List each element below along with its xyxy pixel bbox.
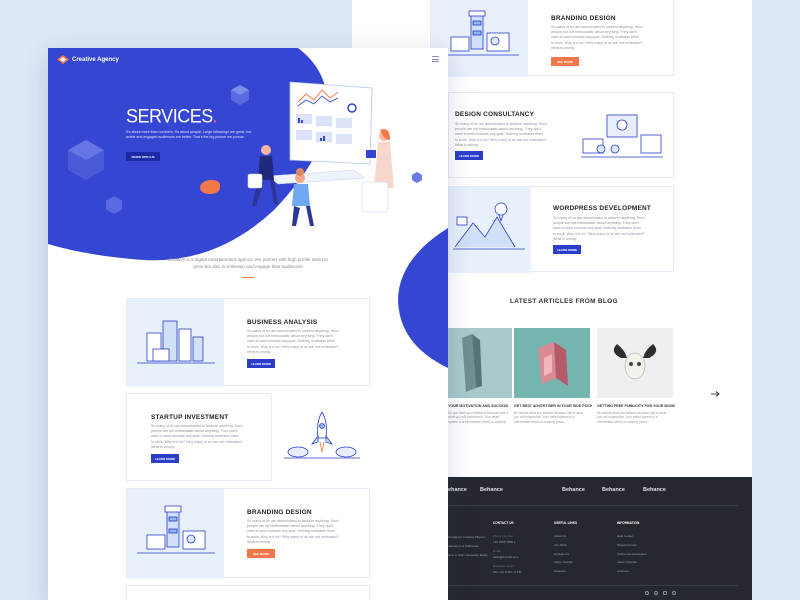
pink-shapes-image-icon	[514, 328, 590, 398]
arrow-right-icon[interactable]	[710, 385, 720, 397]
mountain-balloon-illustration-icon	[453, 202, 525, 250]
card-title: DESIGN CONSULTANCY	[455, 111, 535, 118]
team-dashboard-illustration	[247, 81, 394, 226]
logo-icon	[57, 55, 69, 64]
business-analysis-illustration	[127, 299, 224, 387]
card-title: BRANDING DESIGN	[551, 15, 616, 22]
rocket-illustration-icon	[284, 411, 360, 459]
see-more-button[interactable]: SEE MORE	[551, 57, 579, 66]
footer-col-info: INFORMATION Help Center Support Forum On…	[617, 521, 647, 574]
hero-title: SERVICES.	[126, 104, 218, 127]
twitter-icon[interactable]	[654, 591, 658, 595]
service-card-business-analysis: BUSINESS ANALYSIS So many of us are demo…	[126, 298, 370, 387]
footer-col-posts: Google for Creative Players Industry is …	[448, 535, 488, 557]
card-title: BUSINESS ANALYSIS	[247, 319, 318, 326]
article-caption[interactable]: GET BEST ADVERTISER IN YOUR SIDE POCKET	[514, 404, 592, 408]
learn-more-button[interactable]: LEARN MORE	[247, 359, 275, 368]
behance-link[interactable]: Behance	[643, 487, 666, 493]
article-body: Be careful what you believe because that…	[514, 411, 583, 424]
card-title: WORDPRESS DEVELOPMENT	[553, 205, 652, 212]
service-card-startup-investment: STARTUP INVESTMENT So many of us are dem…	[126, 393, 272, 481]
article-body: Be careful what you believe because that…	[597, 411, 666, 424]
footer-bottom-divider	[448, 585, 738, 586]
behance-icon[interactable]	[672, 591, 676, 595]
card-body: So many of us are demotivated to achieve…	[247, 329, 339, 354]
card-body: So many of us are demotivated to achieve…	[247, 519, 339, 544]
instagram-icon[interactable]	[663, 591, 667, 595]
article-image-3[interactable]	[597, 328, 673, 398]
work-with-us-button[interactable]: WORK WITH US	[126, 152, 160, 161]
hamburger-icon[interactable]	[432, 56, 439, 64]
front-page: Creative Agency SERVICES. It's about mor…	[48, 48, 448, 600]
logo[interactable]: Creative Agency	[57, 55, 119, 64]
card-body: So many of us are demotivated to achieve…	[551, 25, 643, 50]
article-caption[interactable]: YOUR MOTIVATION AND SUCCESS	[448, 404, 512, 408]
footer-heading: USEFUL LINKS	[554, 521, 578, 525]
footer-heading: INFORMATION	[617, 521, 640, 525]
learn-more-button[interactable]: LEARN MORE	[553, 245, 581, 254]
skull-image-icon	[597, 328, 673, 398]
behance-link[interactable]: Behance	[602, 487, 625, 493]
footer-divider	[448, 505, 738, 506]
service-card-partial	[126, 585, 370, 600]
city-chart-illustration-icon	[137, 320, 215, 364]
hexagon-decor-icon	[106, 196, 122, 214]
card-body: So many of us are demotivated to achieve…	[455, 122, 547, 147]
footer-col-contact: CONTACT US Phone Number +91 0000 7890 1 …	[493, 521, 522, 574]
hexagon-decor-icon	[68, 140, 104, 180]
social-icons	[645, 591, 676, 595]
hexagon-decor-icon	[412, 172, 422, 183]
wordpress-illustration	[449, 187, 531, 273]
behance-link[interactable]: Behance	[562, 487, 585, 493]
intro-underline	[242, 277, 254, 278]
branding-illustration	[127, 489, 224, 579]
service-card-wordpress: WORDPRESS DEVELOPMENT So many of us are …	[448, 186, 674, 273]
card-body: So many of us are demotivated to achieve…	[553, 216, 645, 241]
card-body: So many of us are demotivated to achieve…	[151, 424, 243, 449]
article-image-2[interactable]	[514, 328, 590, 398]
behance-link[interactable]: Behance	[480, 487, 503, 493]
card-title: BRANDING DESIGN	[247, 509, 312, 516]
service-card-branding-back: BRANDING DESIGN So many of us are demoti…	[430, 0, 674, 77]
article-caption[interactable]: GETTING FREE PUBLICITY FOR YOUR BUSINESS	[597, 404, 675, 408]
learn-more-button[interactable]: LEARN MORE	[151, 454, 179, 463]
learn-more-button[interactable]: LEARN MORE	[455, 151, 483, 160]
see-more-button[interactable]: SEE MORE	[247, 549, 275, 558]
card-title: STARTUP INVESTMENT	[151, 414, 229, 421]
lighthouse-illustration-icon	[137, 505, 215, 554]
facebook-icon[interactable]	[645, 591, 649, 595]
consultancy-illustration-icon	[581, 114, 663, 158]
footer-heading: CONTACT US	[493, 521, 514, 525]
orange-blob-decor	[200, 180, 220, 194]
articles-title: LATEST ARTICLES FROM BLOG	[510, 298, 618, 305]
service-card-design-consultancy: DESIGN CONSULTANCY So many of us are dem…	[448, 92, 674, 178]
intro-text: Creative is a digital entertainment agen…	[168, 257, 328, 269]
article-body: Do you think your beliefs is because tha…	[448, 411, 509, 425]
service-card-branding-design: BRANDING DESIGN So many of us are demoti…	[126, 488, 370, 579]
logo-text: Creative Agency	[72, 56, 119, 63]
footer-col-useful: USEFUL LINKS About Us Our Work Contact U…	[554, 521, 578, 574]
